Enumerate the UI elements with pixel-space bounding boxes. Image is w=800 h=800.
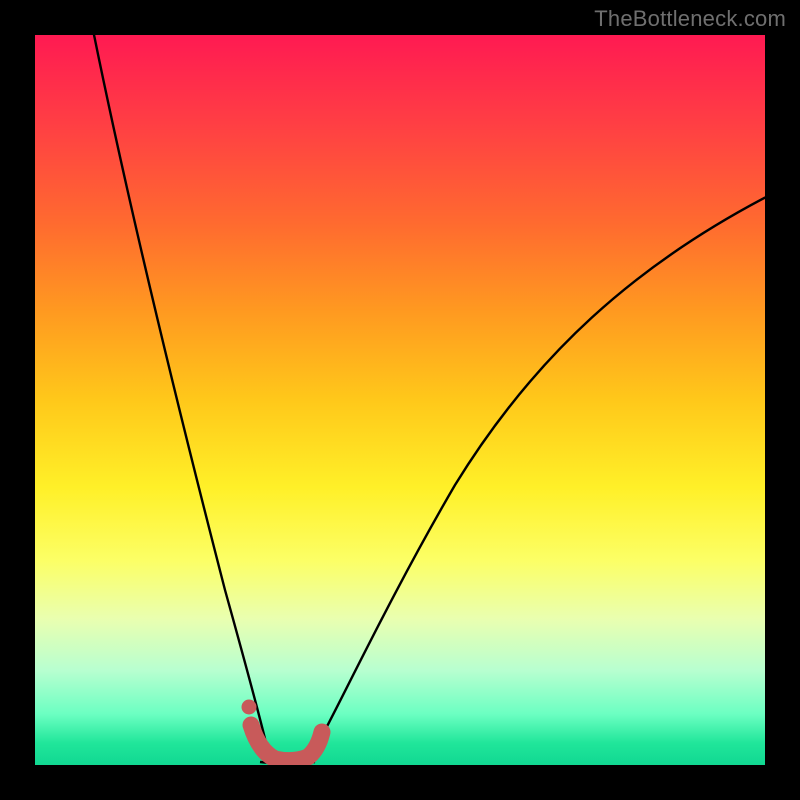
valley-marker-segment xyxy=(251,725,322,761)
watermark-text: TheBottleneck.com xyxy=(594,6,786,32)
valley-marker-dot xyxy=(242,700,257,715)
plot-area xyxy=(35,35,765,765)
curve-left-branch xyxy=(90,35,270,762)
curve-right-branch xyxy=(308,195,765,762)
bottleneck-curve xyxy=(35,35,765,765)
chart-frame: TheBottleneck.com xyxy=(0,0,800,800)
